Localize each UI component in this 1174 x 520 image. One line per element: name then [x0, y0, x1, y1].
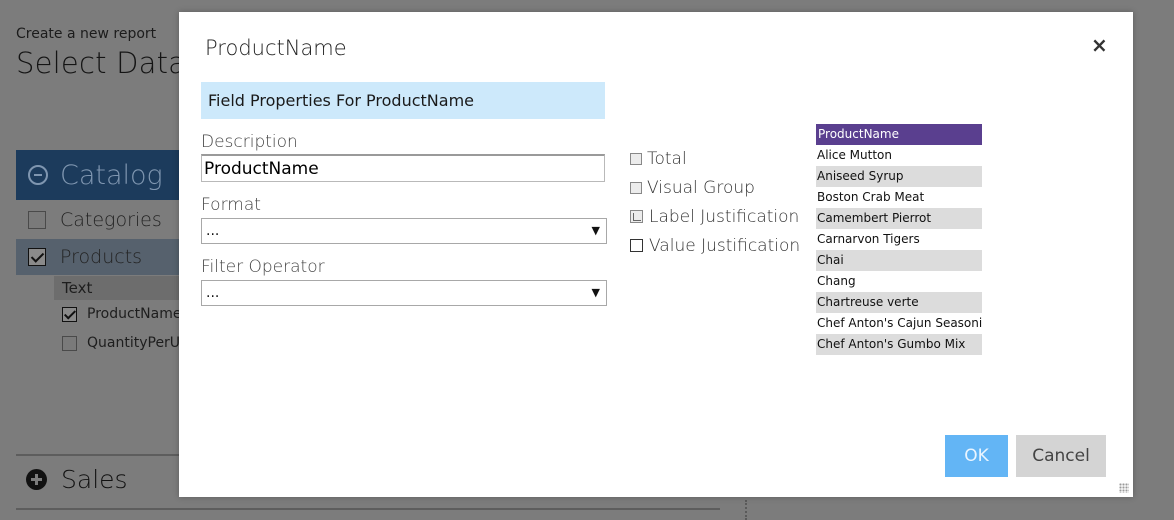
expand-icon — [26, 469, 47, 490]
ok-button[interactable]: OK — [945, 435, 1008, 477]
catalog-header[interactable]: Catalog — [16, 150, 186, 200]
preview-row: Camembert Pierrot — [816, 208, 982, 229]
text-group-header: Text — [54, 276, 184, 300]
filter-operator-select[interactable]: ... ▼ — [201, 280, 607, 306]
products-label: Products — [60, 246, 143, 268]
field-label: ProductName — [87, 306, 182, 322]
checkbox-checked-icon[interactable] — [28, 248, 46, 266]
justification-icon[interactable] — [630, 210, 643, 223]
format-value: ... — [206, 223, 220, 239]
option-label: Visual Group — [647, 177, 755, 198]
preview-row: Chef Anton's Cajun Seasoning — [817, 316, 982, 330]
categories-label: Categories — [60, 209, 162, 231]
format-label: Format — [201, 195, 261, 215]
resize-grip-icon[interactable] — [1119, 483, 1129, 493]
option-total[interactable]: Total — [630, 144, 800, 173]
preview-row: Chartreuse verte — [816, 292, 982, 313]
collapse-icon — [28, 165, 48, 185]
cancel-button[interactable]: Cancel — [1016, 435, 1106, 477]
checkbox-icon[interactable] — [630, 181, 642, 194]
options-list: Total Visual Group Label Justification V… — [630, 144, 800, 260]
checkbox-icon[interactable] — [630, 152, 642, 165]
field-label: QuantityPerU — [87, 335, 181, 351]
checkbox-icon[interactable] — [62, 335, 77, 351]
preview-row: Chang — [817, 274, 856, 288]
sales-header[interactable]: Sales — [26, 465, 128, 494]
field-properties-dialog: ProductName × Field Properties For Produ… — [179, 12, 1133, 497]
checkbox-icon[interactable] — [28, 211, 46, 229]
option-label: Label Justification — [649, 206, 800, 227]
preview-row: Chai — [816, 250, 982, 271]
option-visual-group[interactable]: Visual Group — [630, 173, 800, 202]
page-title: Select Data — [16, 46, 187, 80]
option-label: Total — [647, 148, 687, 169]
catalog-item-categories[interactable]: Categories — [16, 202, 186, 238]
description-label: Description — [201, 132, 298, 152]
properties-banner: Field Properties For ProductName — [201, 82, 605, 119]
field-item-quantityperunit[interactable]: QuantityPerU — [62, 330, 180, 356]
dropdown-arrow-icon: ▼ — [591, 224, 600, 237]
catalog-label: Catalog — [60, 159, 163, 191]
field-item-productname[interactable]: ProductName — [62, 301, 181, 327]
splitter-handle[interactable] — [745, 500, 747, 520]
catalog-item-products[interactable]: Products — [16, 239, 186, 275]
dialog-title: ProductName — [205, 36, 347, 60]
page-subtitle: Create a new report — [16, 26, 157, 42]
preview-row: Carnarvon Tigers — [817, 232, 920, 246]
filter-operator-label: Filter Operator — [201, 257, 325, 277]
preview-row: Chef Anton's Gumbo Mix — [816, 334, 982, 355]
preview-table: ProductName Alice Mutton Aniseed Syrup B… — [816, 124, 982, 355]
checkbox-icon[interactable] — [630, 239, 643, 252]
option-value-justification[interactable]: Value Justification — [630, 231, 800, 260]
divider — [16, 508, 720, 510]
dropdown-arrow-icon: ▼ — [591, 286, 600, 299]
preview-row: Aniseed Syrup — [816, 166, 982, 187]
filter-operator-value: ... — [206, 285, 220, 301]
preview-row: Boston Crab Meat — [817, 190, 925, 204]
option-label: Value Justification — [649, 235, 801, 256]
preview-header: ProductName — [816, 124, 982, 145]
description-input[interactable] — [201, 154, 605, 182]
checkbox-checked-icon[interactable] — [62, 306, 77, 322]
preview-row: Alice Mutton — [817, 148, 892, 162]
close-icon[interactable]: × — [1091, 35, 1108, 55]
sales-label: Sales — [61, 465, 128, 494]
format-select[interactable]: ... ▼ — [201, 218, 607, 244]
option-label-justification[interactable]: Label Justification — [630, 202, 800, 231]
